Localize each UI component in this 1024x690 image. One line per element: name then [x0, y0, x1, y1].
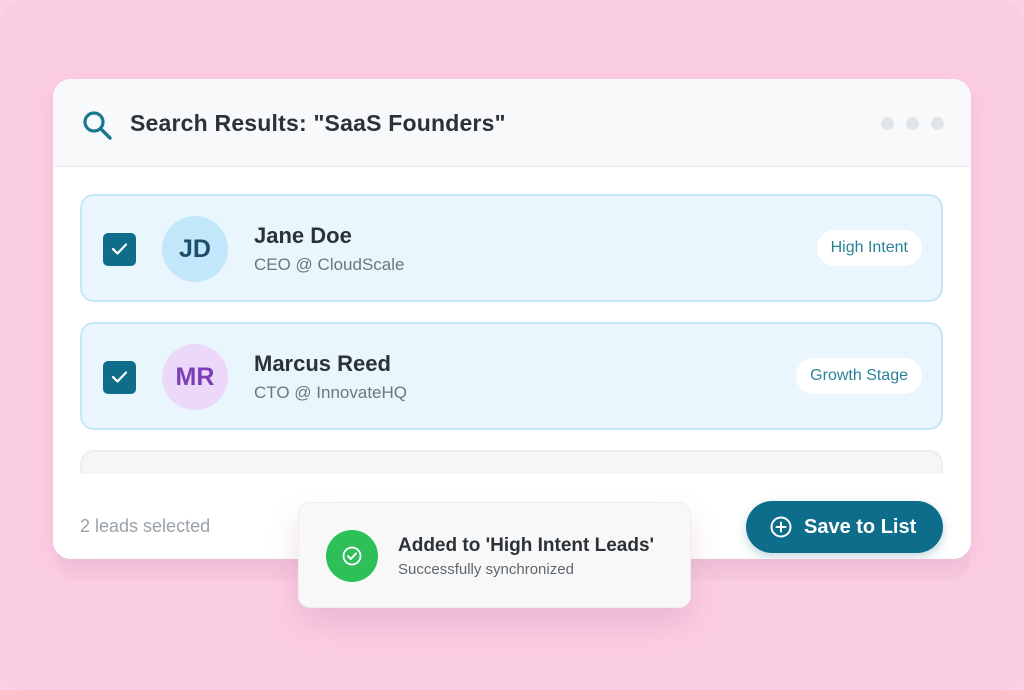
lead-checkbox[interactable]	[103, 233, 136, 266]
avatar: MR	[162, 344, 228, 410]
lead-checkbox[interactable]	[103, 361, 136, 394]
lead-name: Jane Doe	[254, 223, 352, 248]
search-icon[interactable]	[81, 109, 113, 141]
plus-circle-icon	[770, 516, 792, 538]
search-results-window: Search Results: "SaaS Founders" JD Jane …	[53, 79, 971, 559]
dot-icon	[931, 117, 944, 130]
toast-subtitle: Successfully synchronized	[398, 561, 574, 578]
check-icon	[111, 371, 128, 383]
selected-count: 2 leads selected	[80, 516, 211, 536]
dot-icon	[881, 117, 894, 130]
save-to-list-button[interactable]: Save to List	[746, 501, 943, 553]
toast-title: Added to 'High Intent Leads'	[398, 535, 655, 556]
success-toast: Added to 'High Intent Leads' Successfull…	[298, 502, 691, 608]
check-circle-icon	[326, 530, 378, 582]
dot-icon	[906, 117, 919, 130]
lead-role: CEO @ CloudScale	[254, 255, 405, 274]
lead-name: Marcus Reed	[254, 351, 391, 376]
window-header: Search Results: "SaaS Founders"	[53, 79, 971, 167]
page-title: Search Results: "SaaS Founders"	[130, 110, 506, 136]
check-icon	[111, 243, 128, 255]
lead-role: CTO @ InnovateHQ	[254, 383, 407, 402]
stage-tag: Growth Stage	[796, 358, 922, 394]
intent-tag: High Intent	[816, 230, 922, 266]
avatar: JD	[162, 216, 228, 282]
save-button-label: Save to List	[804, 515, 917, 538]
window-menu-dots[interactable]	[881, 117, 944, 130]
lead-card-marcus-reed[interactable]: MR Marcus Reed CTO @ InnovateHQ Growth S…	[80, 322, 943, 430]
lead-card-jane-doe[interactable]: JD Jane Doe CEO @ CloudScale High Intent	[80, 194, 943, 302]
